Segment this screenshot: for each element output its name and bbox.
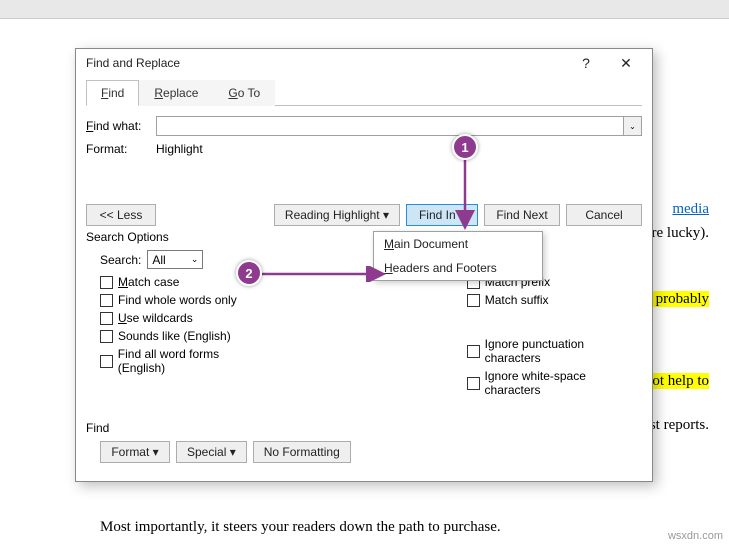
format-button[interactable]: Format ▾ (100, 441, 170, 463)
help-button[interactable]: ? (566, 50, 606, 76)
find-next-button[interactable]: Find Next (484, 204, 560, 226)
doc-line6: Most importantly, it steers your readers… (100, 519, 501, 536)
search-direction-value: All (152, 253, 165, 267)
menu-headers-footers[interactable]: Headers and Footers (374, 256, 542, 280)
reading-highlight-button[interactable]: Reading Highlight ▾ (274, 204, 400, 226)
options-left: Match case Find whole words only Use wil… (100, 275, 267, 397)
dialog-title: Find and Replace (86, 56, 180, 70)
find-group-label: Find (86, 421, 642, 435)
tab-replace[interactable]: Replace (139, 80, 213, 106)
format-label: Format: (86, 142, 156, 156)
opt-word-forms[interactable]: Find all word forms (English) (100, 347, 267, 375)
callout-1: 1 (452, 134, 478, 160)
special-button[interactable]: Special ▾ (176, 441, 247, 463)
find-in-button[interactable]: Find In ▾ (406, 204, 478, 226)
cancel-button[interactable]: Cancel (566, 204, 642, 226)
doc-line-link: media (672, 201, 709, 218)
callout-2: 2 (236, 260, 262, 286)
less-button[interactable]: << Less (86, 204, 156, 226)
no-formatting-button[interactable]: No Formatting (253, 441, 351, 463)
opt-ignore-ws[interactable]: Ignore white-space characters (467, 369, 642, 397)
watermark: wsxdn.com (668, 530, 723, 542)
findwhat-input[interactable] (156, 116, 624, 136)
tab-find[interactable]: Find (86, 80, 139, 106)
find-in-menu: Main Document Headers and Footers (373, 231, 543, 281)
menu-main-document[interactable]: Main Document (374, 232, 542, 256)
tab-row: Find Replace Go To (86, 79, 642, 106)
chevron-down-icon: ⌄ (191, 254, 199, 265)
format-value: Highlight (156, 142, 203, 156)
search-direction-select[interactable]: All ⌄ (147, 250, 203, 269)
close-button[interactable]: ✕ (606, 50, 646, 76)
opt-match-suffix[interactable]: Match suffix (467, 293, 642, 307)
tab-goto[interactable]: Go To (213, 80, 275, 106)
opt-wildcards[interactable]: Use wildcards (100, 311, 267, 325)
search-options-label: Search Options (86, 230, 642, 244)
doc-link-media[interactable]: media (672, 201, 709, 217)
opt-ignore-punct[interactable]: Ignore punctuation characters (467, 337, 642, 365)
findwhat-dropdown-icon[interactable]: ⌄ (624, 116, 642, 136)
options-right: Match prefix Match suffix Ignore punctua… (467, 275, 642, 397)
search-label: Search: (100, 253, 141, 267)
opt-sounds-like[interactable]: Sounds like (English) (100, 329, 267, 343)
titlebar[interactable]: Find and Replace ? ✕ (76, 49, 652, 77)
find-replace-dialog: Find and Replace ? ✕ Find Replace Go To … (75, 48, 653, 482)
opt-whole-words[interactable]: Find whole words only (100, 293, 267, 307)
findwhat-label: Find what: (86, 119, 156, 133)
